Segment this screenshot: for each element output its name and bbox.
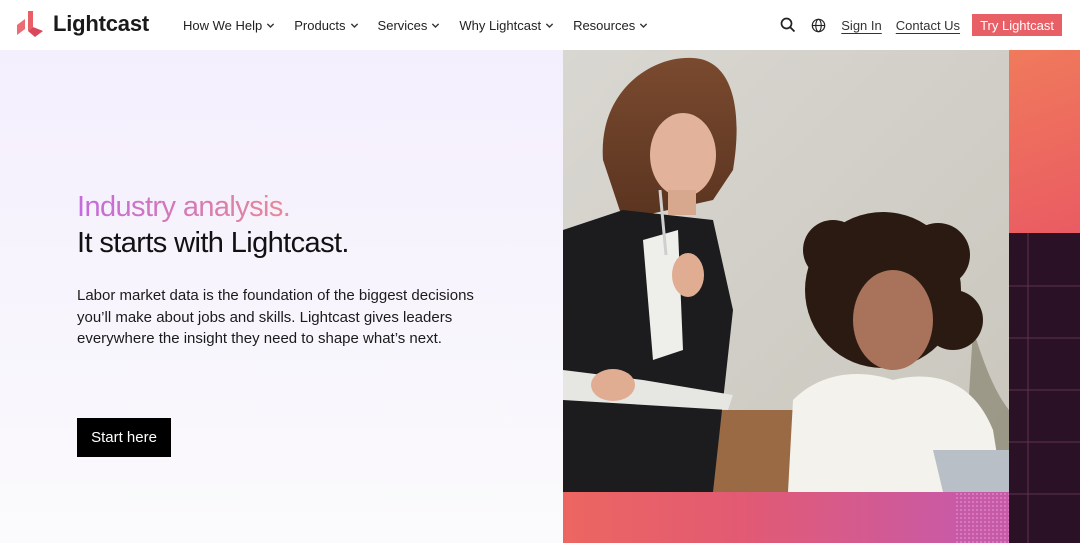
sign-in-link[interactable]: Sign In <box>841 18 881 33</box>
decorative-gradient-strip <box>563 492 1009 543</box>
contact-us-link[interactable]: Contact Us <box>896 18 960 33</box>
hero-body: Labor market data is the foundation of t… <box>77 287 474 347</box>
nav-item-why-lightcast[interactable]: Why Lightcast <box>459 18 554 33</box>
header-actions: Sign In Contact Us Try Lightcast <box>779 0 1062 50</box>
nav-item-label: Services <box>377 17 428 33</box>
hero-photo <box>563 50 1009 492</box>
nav-item-products[interactable]: Products <box>294 18 358 33</box>
grid-pattern <box>1009 233 1080 543</box>
nav-item-label: How We Help <box>183 17 263 33</box>
chevron-down-icon <box>640 22 648 28</box>
chevron-down-icon <box>432 22 440 28</box>
chevron-down-icon <box>267 22 275 28</box>
site-header: Lightcast How We Help Products Services … <box>0 0 1080 50</box>
nav-item-label: Resources <box>573 17 636 33</box>
language-button[interactable] <box>809 16 827 34</box>
decorative-grid-panel <box>1009 233 1080 543</box>
decorative-dot-pattern <box>955 492 1009 543</box>
try-lightcast-button[interactable]: Try Lightcast <box>972 14 1062 36</box>
main-nav: How We Help Products Services Why Lightc… <box>183 0 667 50</box>
decorative-coral-panel <box>1009 50 1080 233</box>
two-women-working-image <box>563 50 1009 492</box>
search-icon <box>780 17 796 33</box>
nav-item-label: Products <box>294 17 346 33</box>
chevron-down-icon <box>545 22 554 28</box>
search-button[interactable] <box>779 16 797 34</box>
lightcast-logo[interactable]: Lightcast <box>15 9 149 39</box>
nav-item-how-we-help[interactable]: How We Help <box>183 18 275 33</box>
nav-item-services[interactable]: Services <box>378 18 441 33</box>
nav-item-resources[interactable]: Resources <box>573 18 648 33</box>
hero-eyebrow: Industry analysis. <box>77 191 291 223</box>
nav-item-label: Why Lightcast <box>459 17 542 33</box>
chevron-down-icon <box>350 22 358 28</box>
hero-headline: It starts with Lightcast. <box>77 227 349 259</box>
lightcast-logo-icon <box>17 11 43 37</box>
logo-wordmark: Lightcast <box>53 11 149 36</box>
start-here-button[interactable]: Start here <box>77 418 171 457</box>
globe-icon <box>811 18 826 32</box>
